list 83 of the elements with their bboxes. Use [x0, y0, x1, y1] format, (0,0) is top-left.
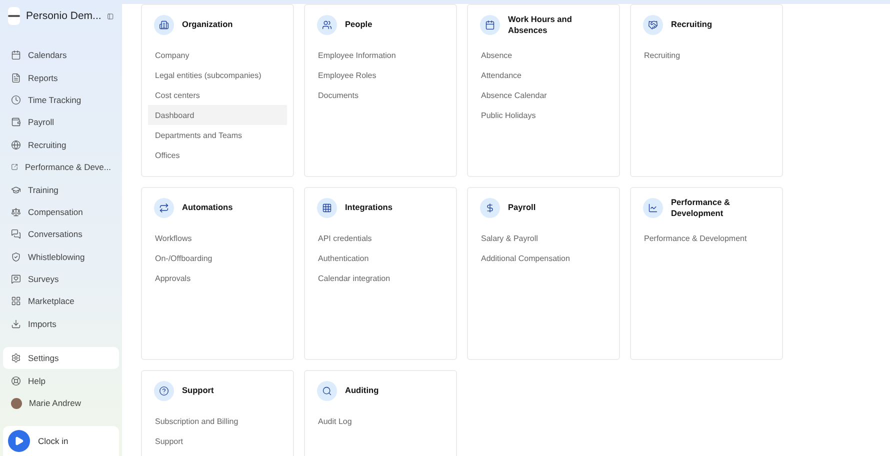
sidebar-item[interactable]: Conversations: [3, 223, 119, 246]
settings-link[interactable]: Calendar integration: [311, 268, 450, 288]
play-icon: [14, 436, 24, 446]
settings-link[interactable]: Documents: [311, 85, 450, 105]
card-title: Support: [182, 385, 214, 397]
card-title: Auditing: [345, 385, 379, 397]
card-title: Integrations: [345, 202, 392, 214]
sidebar-item[interactable]: Settings: [3, 347, 119, 370]
grid-icon: [322, 203, 332, 213]
building-icon: [159, 20, 169, 30]
card-title: Work Hours and Absences: [508, 14, 573, 36]
sidebar-toggle-icon[interactable]: [107, 10, 114, 22]
search-icon: [322, 386, 332, 396]
chart-icon: [648, 203, 658, 213]
sidebar-item[interactable]: Marie Andrew: [3, 392, 119, 414]
settings-link[interactable]: Approvals: [148, 268, 287, 288]
sidebar-item[interactable]: Surveys: [3, 268, 119, 290]
sidebar-item[interactable]: Payroll: [3, 111, 119, 134]
card-title: Organization: [182, 19, 233, 31]
calendar-icon: [11, 50, 21, 60]
settings-link[interactable]: Absence: [474, 45, 613, 65]
document-icon: [11, 72, 21, 83]
settings-link[interactable]: Audit Log: [311, 411, 450, 431]
card-title: Payroll: [508, 202, 536, 214]
settings-link[interactable]: Cost centers: [148, 85, 287, 105]
chat-icon: [11, 229, 21, 240]
sidebar-item[interactable]: Marketplace: [3, 290, 119, 313]
card-title: Recruiting: [671, 19, 712, 31]
clock-icon: [11, 94, 21, 105]
repeat-icon: [159, 203, 169, 213]
settings-link[interactable]: Additional Compensation: [474, 248, 613, 268]
settings-link[interactable]: Employee Roles: [311, 65, 450, 85]
sidebar-item[interactable]: Performance & Deve...: [3, 156, 119, 178]
sidebar-item[interactable]: Recruiting: [3, 134, 119, 156]
scale-icon: [11, 206, 21, 217]
sidebar-item[interactable]: Whistleblowing: [3, 246, 119, 268]
settings-link[interactable]: Support: [148, 431, 287, 451]
company-logo: [8, 7, 20, 25]
card-title: People: [345, 19, 372, 31]
download-icon: [11, 318, 21, 329]
calendar-icon: [485, 20, 495, 30]
settings-link[interactable]: On-/Offboarding: [148, 248, 287, 268]
settings-link[interactable]: Performance & Development: [637, 228, 776, 248]
card-title: Performance & Development: [671, 196, 732, 220]
shield-icon: [11, 252, 21, 262]
sidebar-item[interactable]: Calendars: [3, 44, 119, 66]
settings-icon: [11, 353, 21, 364]
company-name[interactable]: Personio Dem...: [26, 10, 102, 22]
wallet-icon: [11, 117, 21, 128]
grid-icon: [11, 296, 21, 306]
settings-link[interactable]: Recruiting: [637, 45, 776, 65]
globe-icon: [11, 140, 21, 150]
sidebar-item[interactable]: Time Tracking: [3, 88, 119, 112]
settings-link[interactable]: Absence Calendar: [474, 85, 613, 105]
settings-link[interactable]: Workflows: [148, 228, 287, 248]
sidebar-item[interactable]: Training: [3, 178, 119, 201]
settings-link[interactable]: Departments and Teams: [148, 125, 287, 145]
settings-link[interactable]: API credentials: [311, 228, 450, 248]
settings-link[interactable]: Public Holidays: [474, 105, 613, 125]
question-icon: [159, 386, 169, 396]
sidebar-item[interactable]: Compensation: [3, 200, 119, 224]
settings-link[interactable]: Employee Information: [311, 45, 450, 65]
handshake-icon: [648, 20, 658, 30]
sidebar-item[interactable]: Imports: [3, 312, 119, 336]
card-title: Automations: [182, 202, 233, 214]
settings-link[interactable]: Legal entities (subcompanies): [148, 65, 287, 85]
dollar-icon: [485, 203, 495, 213]
settings-link[interactable]: Dashboard: [148, 105, 287, 125]
settings-link[interactable]: Subscription and Billing: [148, 411, 287, 431]
clock-in-label[interactable]: Clock in: [38, 436, 68, 446]
sidebar-item[interactable]: Reports: [3, 66, 119, 89]
settings-link[interactable]: Company: [148, 45, 287, 65]
settings-link[interactable]: Authentication: [311, 248, 450, 268]
avatar: [11, 398, 22, 409]
graduation-cap-icon: [11, 184, 21, 195]
sidebar-item[interactable]: Help: [3, 369, 119, 392]
settings-link[interactable]: Offices: [148, 145, 287, 165]
survey-icon: [11, 274, 21, 284]
settings-link[interactable]: Salary & Payroll: [474, 228, 613, 248]
people-icon: [322, 20, 332, 30]
lifebuoy-icon: [11, 376, 21, 386]
settings-link[interactable]: Attendance: [474, 65, 613, 85]
play-button[interactable]: [8, 430, 30, 452]
